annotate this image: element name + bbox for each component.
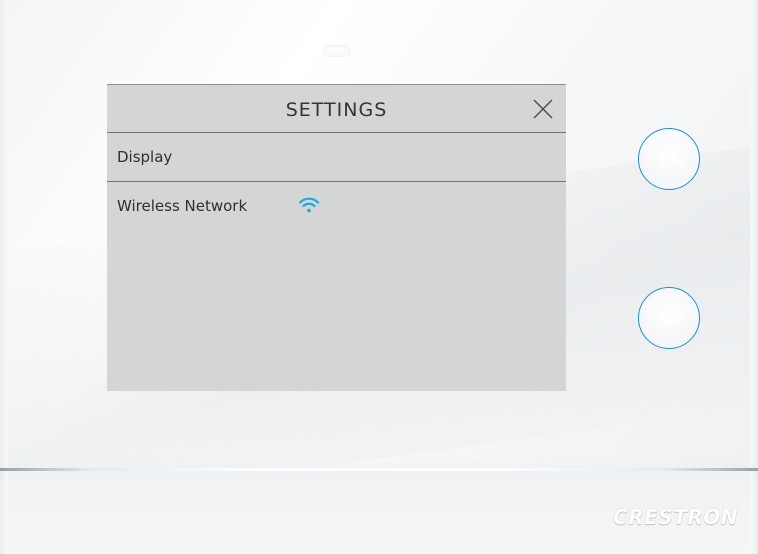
close-icon (533, 99, 553, 119)
list-item-display[interactable]: Display (107, 133, 566, 182)
proximity-sensor (323, 45, 351, 57)
list-item-label: Display (117, 148, 173, 166)
page-title: SETTINGS (285, 99, 388, 121)
touch-panel-device: SETTINGS Display Wireless Network CRESTR… (0, 0, 758, 554)
wifi-icon (298, 197, 320, 213)
scroll-up-button[interactable] (638, 128, 700, 190)
chevron-up-icon (657, 152, 683, 167)
list-item-label: Wireless Network (117, 197, 248, 215)
touch-screen: SETTINGS Display Wireless Network (107, 84, 566, 391)
chevron-down-icon (657, 312, 683, 327)
close-button[interactable] (533, 99, 553, 119)
brand-logo: CRESTRON (613, 505, 738, 529)
scroll-down-button[interactable] (638, 287, 700, 349)
list-item-wireless-network[interactable]: Wireless Network (107, 182, 566, 230)
settings-header: SETTINGS (107, 85, 566, 133)
